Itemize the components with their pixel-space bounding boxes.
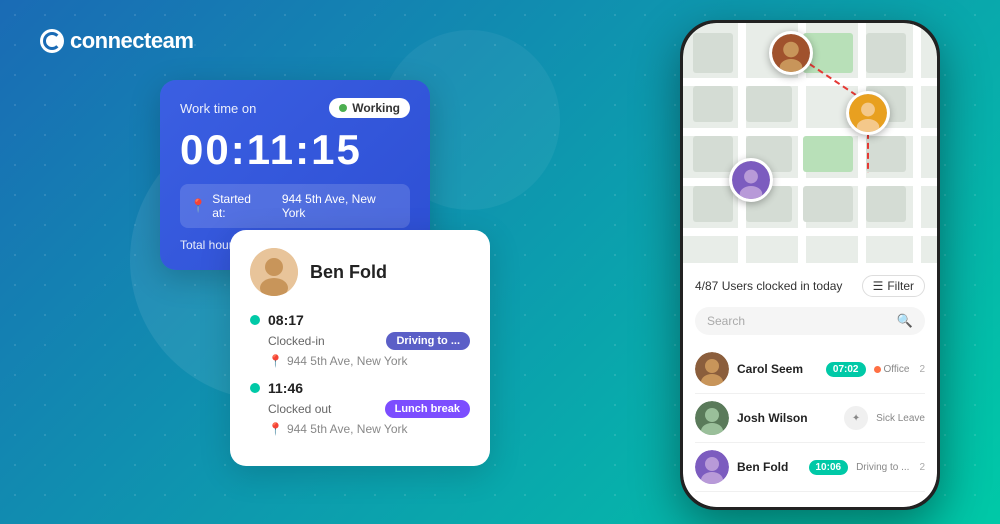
user-avatar-josh: [695, 401, 729, 435]
map-area: [683, 23, 937, 263]
search-bar[interactable]: Search 🔍: [695, 307, 925, 335]
user-list-item-2[interactable]: Josh Wilson ✦ Sick Leave: [695, 394, 925, 443]
badge-driving-1: Driving to ...: [386, 332, 470, 350]
user-time-ben: 10:06: [809, 460, 849, 475]
working-badge: Working: [329, 98, 410, 118]
work-location-row: 📍 Started at: 944 5th Ave, New York: [180, 184, 410, 228]
timeline-loc-2: 📍 944 5th Ave, New York: [250, 422, 470, 436]
employee-avatar: [250, 248, 298, 296]
working-status: Working: [352, 101, 400, 115]
user-count-carol: 2: [919, 364, 925, 375]
timeline-time-1: 08:17: [250, 312, 470, 328]
badge-lunch-1: Lunch break: [385, 400, 470, 418]
user-avatar-ben: [695, 450, 729, 484]
user-name-josh: Josh Wilson: [737, 411, 836, 425]
work-time-header: Work time on Working: [180, 98, 410, 118]
location-icon: 📍: [190, 198, 206, 214]
employee-header: Ben Fold: [250, 248, 470, 296]
phone-panel: 4/87 Users clocked in today ☰ Filter Sea…: [683, 263, 937, 507]
search-icon: 🔍: [897, 313, 913, 329]
user-status-ben: Driving to ...: [856, 462, 909, 473]
timeline-detail-2: Clocked out Lunch break: [250, 400, 470, 418]
user-status-josh: Sick Leave: [876, 413, 925, 424]
timeline-dot-2: [250, 383, 260, 393]
filter-button[interactable]: ☰ Filter: [862, 275, 925, 297]
timeline-time-2: 11:46: [250, 380, 470, 396]
filter-icon: ☰: [873, 279, 884, 293]
timeline-item-2: 11:46 Clocked out Lunch break 📍 944 5th …: [250, 380, 470, 436]
user-name-ben: Ben Fold: [737, 460, 801, 474]
map-pin-3: [729, 158, 773, 202]
user-time-carol: 07:02: [826, 362, 866, 377]
status-dot-orange: [874, 366, 881, 373]
logo: connecteam: [40, 28, 193, 54]
user-name-carol: Carol Seem: [737, 362, 818, 376]
user-list-item-1[interactable]: Carol Seem 07:02 Office 2: [695, 345, 925, 394]
user-avatar-carol: [695, 352, 729, 386]
phone-mockup: 4/87 Users clocked in today ☰ Filter Sea…: [680, 20, 940, 510]
location-label: Started at:: [212, 192, 266, 220]
employee-name: Ben Fold: [310, 262, 387, 283]
pin-icon-2: 📍: [268, 422, 283, 436]
map-pin-1: [769, 31, 813, 75]
timeline-dot-1: [250, 315, 260, 325]
user-status-carol: Office: [874, 364, 910, 375]
logo-icon: [40, 29, 64, 53]
clocked-in-text: 4/87 Users clocked in today: [695, 279, 842, 293]
location-value: 944 5th Ave, New York: [282, 192, 400, 220]
employee-card: Ben Fold 08:17 Clocked-in Driving to ...…: [230, 230, 490, 466]
search-placeholder: Search: [707, 314, 745, 328]
map-pin-2: [846, 91, 890, 135]
work-time-label: Work time on: [180, 101, 256, 116]
timeline-detail-1: Clocked-in Driving to ...: [250, 332, 470, 350]
filter-label: Filter: [887, 279, 914, 293]
user-count-ben: 2: [919, 462, 925, 473]
pin-icon-1: 📍: [268, 354, 283, 368]
sick-leave-icon: ✦: [844, 406, 868, 430]
timeline-item-1: 08:17 Clocked-in Driving to ... 📍 944 5t…: [250, 312, 470, 368]
user-list: Carol Seem 07:02 Office 2 Josh Wilson ✦: [695, 345, 925, 492]
working-dot: [339, 104, 347, 112]
panel-header: 4/87 Users clocked in today ☰ Filter: [695, 275, 925, 297]
user-list-item-3[interactable]: Ben Fold 10:06 Driving to ... 2: [695, 443, 925, 492]
phone-inner: 4/87 Users clocked in today ☰ Filter Sea…: [683, 23, 937, 507]
timer-display: 00:11:15: [180, 126, 410, 174]
logo-text: connecteam: [70, 28, 193, 54]
timeline-loc-1: 📍 944 5th Ave, New York: [250, 354, 470, 368]
